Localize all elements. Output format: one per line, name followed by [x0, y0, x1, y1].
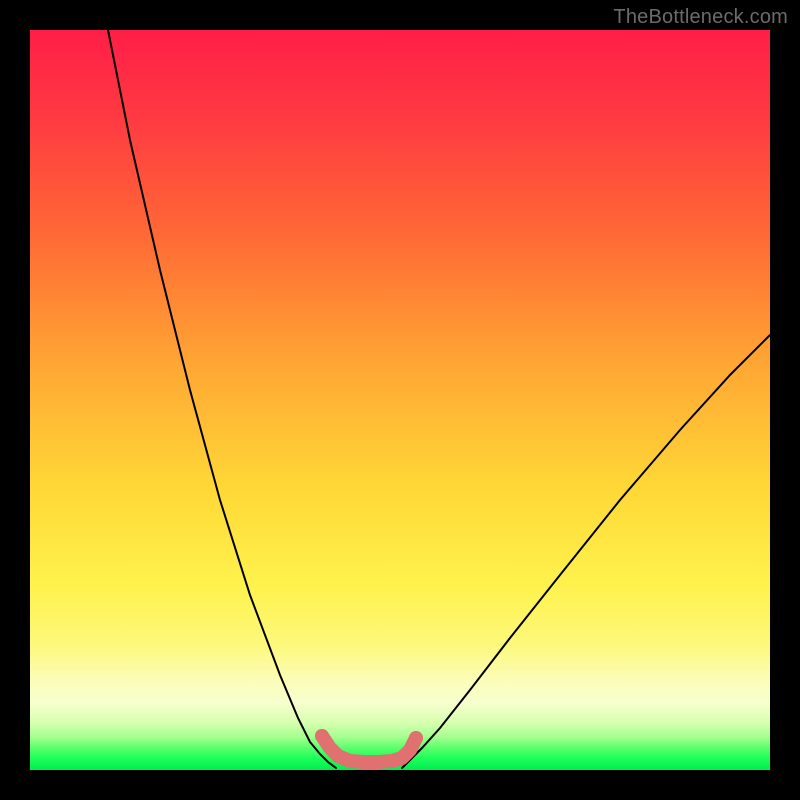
bracket-endcap-left	[315, 729, 329, 743]
curve-layer	[30, 30, 770, 770]
curve-right-branch	[402, 335, 770, 768]
bottom-bracket	[322, 736, 416, 762]
bracket-endcap-right	[409, 731, 423, 745]
curve-left-branch	[108, 30, 336, 768]
plot-area	[30, 30, 770, 770]
watermark-text: TheBottleneck.com	[613, 6, 788, 29]
chart-frame: TheBottleneck.com	[0, 0, 800, 800]
